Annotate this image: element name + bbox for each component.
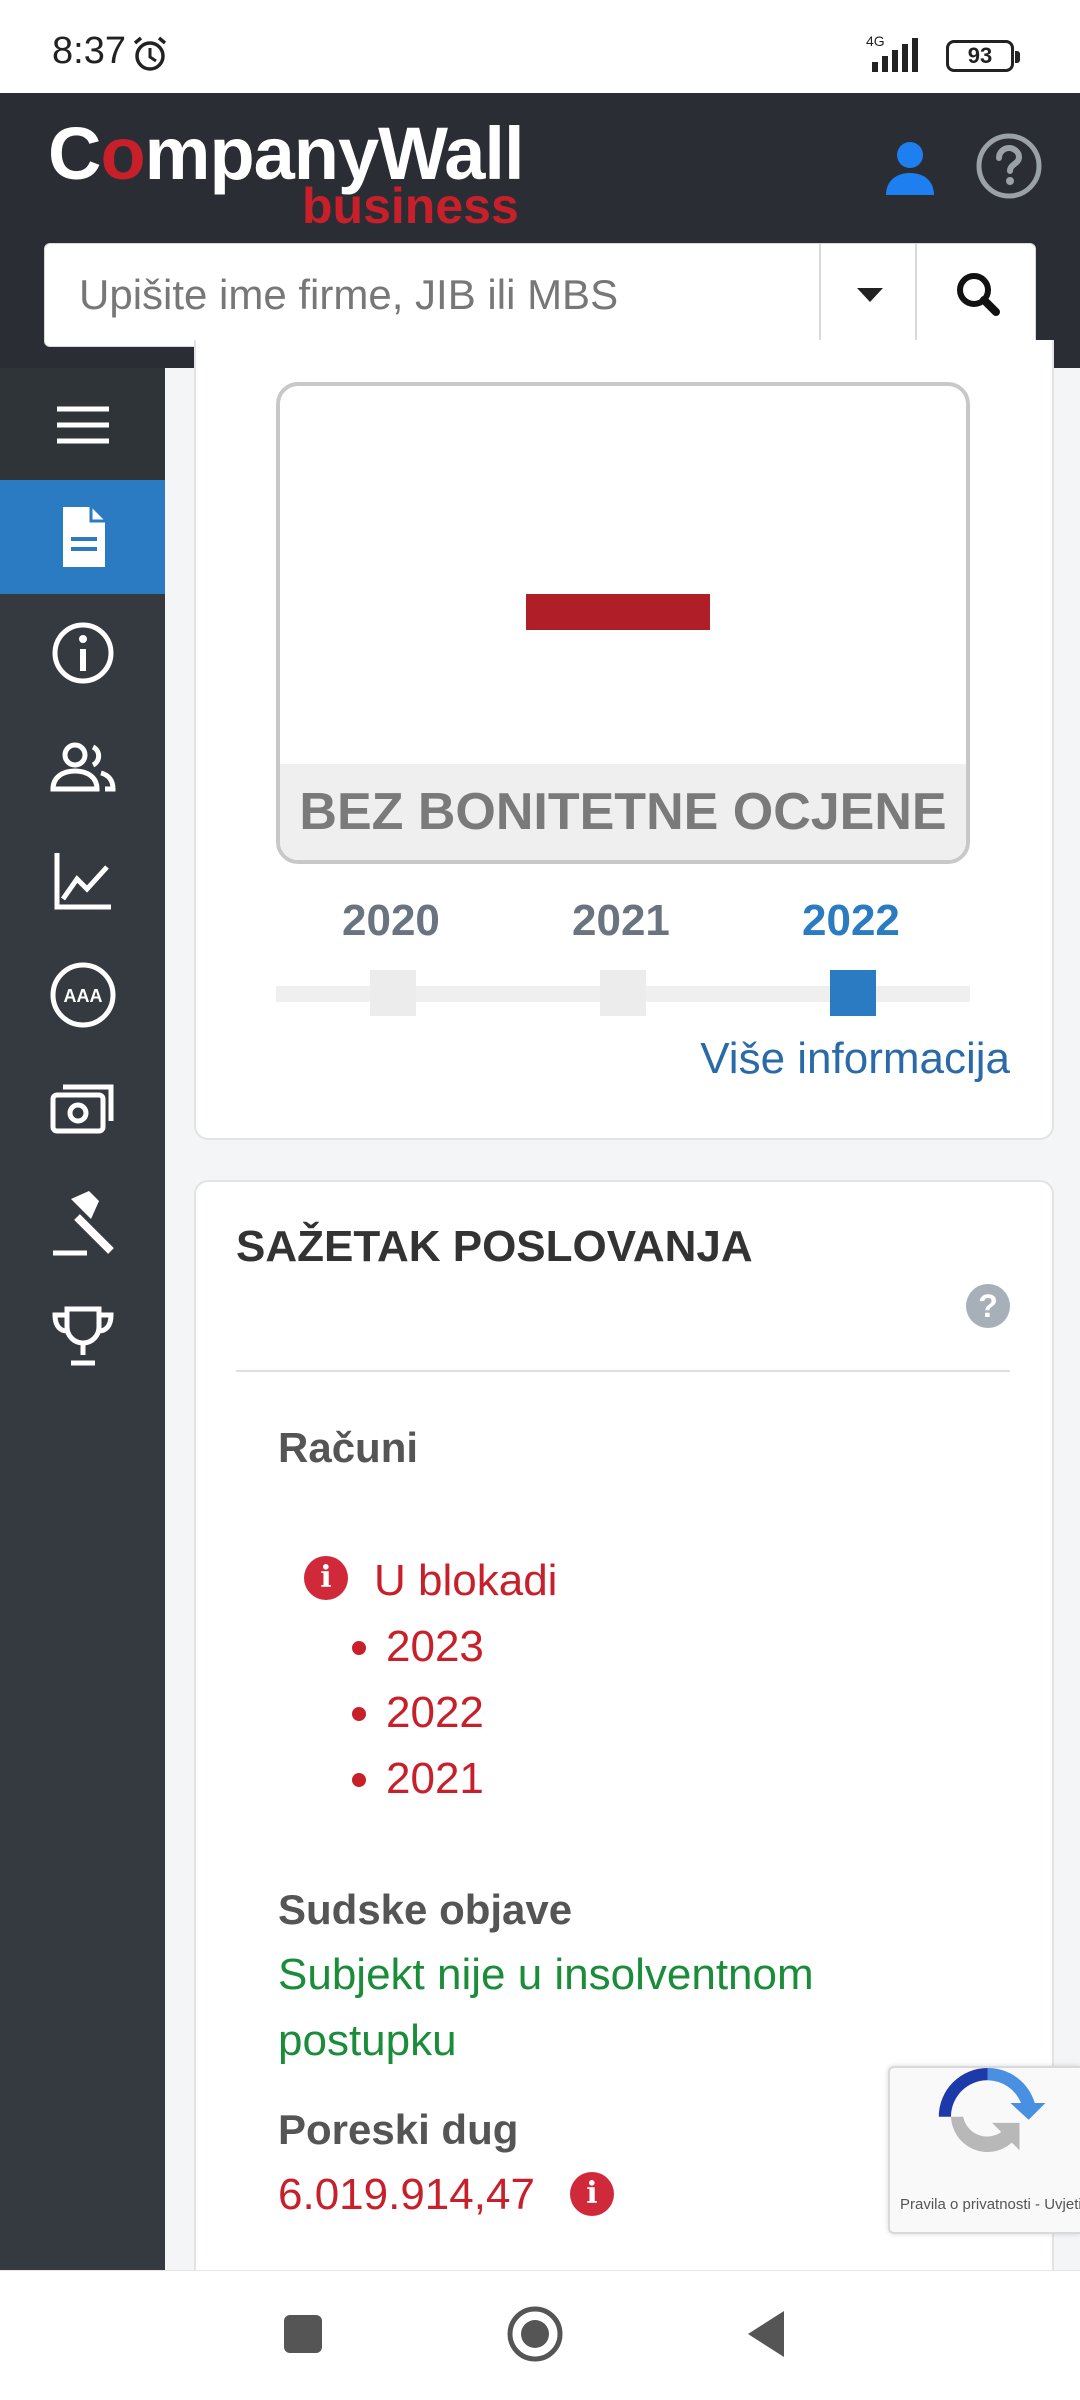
search-input[interactable] <box>45 244 819 346</box>
tax-info-icon[interactable]: i <box>570 2172 614 2216</box>
year-knob-2022[interactable] <box>830 970 876 1016</box>
year-2021[interactable]: 2021 <box>572 896 670 946</box>
sidebar-item-info[interactable] <box>0 596 165 710</box>
blocked-year: 2022 <box>386 1688 484 1737</box>
svg-text:AAA: AAA <box>63 986 102 1006</box>
caret-down-icon <box>857 288 883 302</box>
tax-debt-value: 6.019.914,47 <box>278 2170 535 2219</box>
bullet-icon <box>352 1641 366 1655</box>
bullet-icon <box>352 1707 366 1721</box>
year-knob-2021[interactable] <box>600 970 646 1016</box>
blocked-status: U blokadi <box>374 1556 558 1605</box>
back-button[interactable] <box>746 2309 786 2359</box>
battery-indicator: 93 <box>946 40 1020 72</box>
year-knob-2020[interactable] <box>370 970 416 1016</box>
app-header: CompanyWall business <box>0 93 1080 368</box>
help-question-icon[interactable]: ? <box>966 1284 1010 1328</box>
rating-icon: AAA <box>50 962 115 1028</box>
alarm-icon <box>133 36 167 71</box>
network-type: 4G <box>866 33 885 49</box>
blocked-year: 2021 <box>386 1754 484 1803</box>
search-filter-dropdown[interactable] <box>819 244 915 346</box>
help-icon[interactable] <box>974 131 1044 201</box>
year-2022[interactable]: 2022 <box>802 896 900 946</box>
user-account-icon[interactable] <box>878 135 942 199</box>
signal-icon: 4G <box>866 33 918 72</box>
sidebar-menu-toggle[interactable] <box>0 368 165 482</box>
more-info-link[interactable]: Više informacija <box>700 1034 1010 1084</box>
court-status-line1: Subjekt nije u insolventnom <box>278 1950 814 1999</box>
menu-icon <box>56 406 109 444</box>
search-icon <box>957 273 1000 316</box>
recaptcha-logo-icon <box>938 2068 1046 2153</box>
gavel-icon <box>52 1191 114 1256</box>
chart-icon <box>54 853 111 910</box>
sidebar-item-rating[interactable]: AAA <box>0 938 165 1052</box>
sidebar-item-awards[interactable] <box>0 1280 165 1394</box>
document-icon <box>62 507 105 567</box>
search-button[interactable] <box>915 244 1037 346</box>
companywall-logo[interactable]: CompanyWall business <box>48 111 525 234</box>
divider <box>236 1370 1010 1372</box>
bullet-icon <box>352 1773 366 1787</box>
sidebar-item-overview[interactable] <box>0 480 165 594</box>
court-notices-label: Sudske objave <box>278 1886 573 1933</box>
recaptcha-legal-links[interactable]: Pravila o privatnosti - Uvjeti <box>900 2196 1080 2213</box>
home-button[interactable] <box>506 2305 564 2363</box>
rating-status-label: BEZ BONITETNE OCJENE <box>280 764 966 860</box>
year-2020[interactable]: 2020 <box>342 896 440 946</box>
trophy-icon <box>51 1306 114 1366</box>
blocked-year: 2023 <box>386 1622 484 1671</box>
rating-display: BEZ BONITETNE OCJENE <box>276 382 970 864</box>
accounts-label: Računi <box>278 1424 419 1471</box>
sidebar-item-financials[interactable] <box>0 824 165 938</box>
info-icon <box>52 622 113 684</box>
system-nav-bar <box>0 2270 1080 2400</box>
section-title: SAŽETAK POSLOVANJA <box>236 1222 753 1271</box>
money-icon <box>50 1084 113 1134</box>
sidebar-nav: AAA <box>0 368 165 2270</box>
alert-info-icon[interactable]: i <box>304 1556 348 1600</box>
status-time: 8:37 <box>52 30 126 72</box>
court-status-line2: postupku <box>278 2016 457 2065</box>
recents-button[interactable] <box>284 2315 322 2353</box>
company-search <box>44 243 1036 347</box>
status-bar: 8:37 4G 93 <box>0 0 1080 93</box>
users-icon <box>49 742 116 792</box>
sidebar-item-people[interactable] <box>0 710 165 824</box>
rating-value-dash <box>526 594 710 630</box>
recaptcha-badge[interactable]: Pravila o privatnosti - Uvjeti <box>888 2066 1080 2234</box>
sidebar-item-legal[interactable] <box>0 1166 165 1280</box>
sidebar-item-money[interactable] <box>0 1052 165 1166</box>
tax-debt-label: Poreski dug <box>278 2106 519 2153</box>
